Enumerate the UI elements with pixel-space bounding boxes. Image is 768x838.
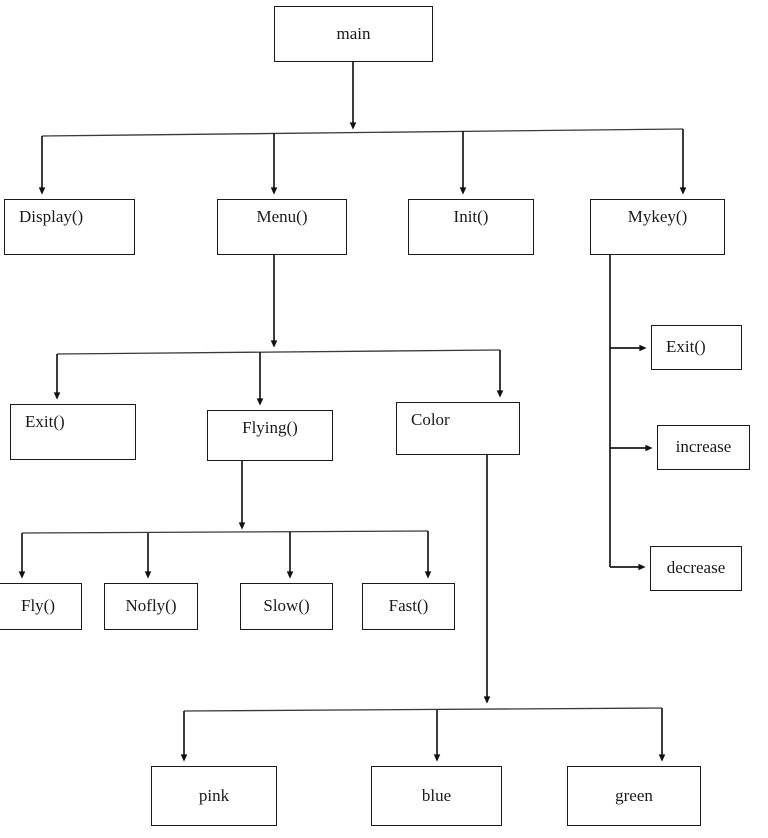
- node-flying[interactable]: Flying(): [207, 410, 333, 461]
- node-exit_menu[interactable]: Exit(): [10, 404, 136, 460]
- bus-row4: [21, 530, 429, 534]
- node-label: decrease: [666, 558, 726, 578]
- node-menu[interactable]: Menu(): [217, 199, 347, 255]
- node-label: blue: [421, 785, 452, 805]
- node-label: Menu(): [256, 207, 308, 226]
- node-blue[interactable]: blue: [371, 766, 502, 826]
- node-label: Slow(): [263, 596, 310, 616]
- node-label: Init(): [453, 207, 489, 226]
- node-label: Mykey(): [627, 207, 688, 226]
- node-label: pink: [198, 785, 230, 805]
- node-label: Exit(): [25, 412, 65, 431]
- node-pink[interactable]: pink: [151, 766, 277, 826]
- node-label: Nofly(): [125, 596, 177, 616]
- bus-colors: [183, 707, 663, 712]
- node-init[interactable]: Init(): [408, 199, 534, 255]
- node-label: Color: [411, 410, 450, 429]
- node-fast[interactable]: Fast(): [362, 583, 455, 630]
- node-nofly[interactable]: Nofly(): [104, 583, 198, 630]
- node-label: Display(): [19, 207, 84, 226]
- node-label: main: [336, 23, 371, 43]
- node-label: Flying(): [242, 418, 298, 437]
- node-main[interactable]: main: [274, 6, 433, 62]
- bus-row2: [41, 128, 684, 137]
- node-fly[interactable]: Fly(): [0, 583, 82, 630]
- node-label: green: [615, 785, 653, 805]
- node-mykey[interactable]: Mykey(): [590, 199, 725, 255]
- node-exit_key[interactable]: Exit(): [651, 325, 742, 370]
- bus-row3: [56, 349, 501, 355]
- node-decrease[interactable]: decrease: [650, 546, 742, 591]
- node-display[interactable]: Display(): [4, 199, 135, 255]
- node-label: Fly(): [21, 596, 55, 616]
- node-slow[interactable]: Slow(): [240, 583, 333, 630]
- node-increase[interactable]: increase: [657, 425, 750, 470]
- flowchart-canvas: main Display() Menu() Init() Mykey() Exit() Fl…: [0, 0, 768, 838]
- node-color[interactable]: Color: [396, 402, 520, 455]
- node-label: Fast(): [388, 596, 429, 616]
- node-green[interactable]: green: [567, 766, 701, 826]
- node-label: increase: [675, 437, 732, 457]
- node-label: Exit(): [666, 337, 706, 357]
